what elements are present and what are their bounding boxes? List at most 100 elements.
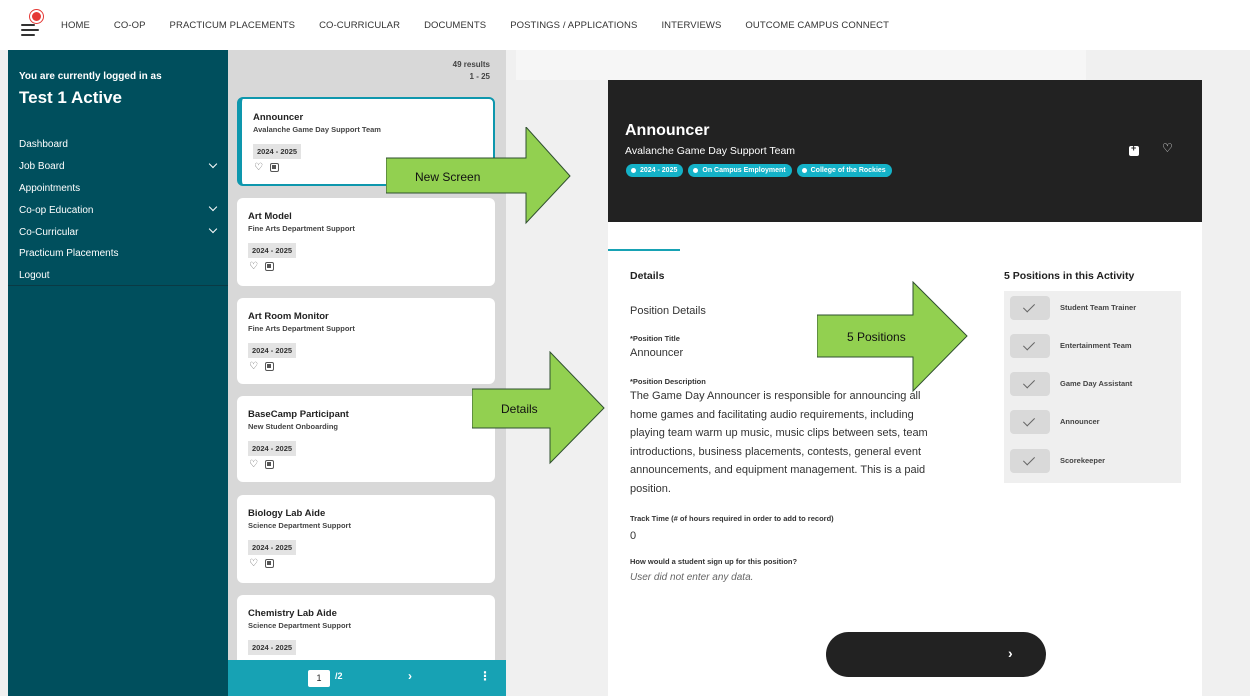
card-title: Biology Lab Aide — [248, 508, 326, 519]
position-name: Entertainment Team — [1060, 341, 1132, 350]
heart-icon[interactable]: ♡ — [254, 162, 263, 173]
chevron-down-icon — [208, 224, 218, 234]
check-icon[interactable] — [1010, 334, 1050, 358]
check-icon[interactable] — [1010, 296, 1050, 320]
top-nav: HOME CO-OP PRACTICUM PLACEMENTS CO-CURRI… — [0, 0, 1250, 50]
chevron-down-icon — [208, 203, 218, 212]
card-title: Art Room Monitor — [248, 311, 329, 322]
position-item[interactable]: Announcer — [1008, 409, 1178, 435]
next-page-icon[interactable]: › — [408, 669, 412, 683]
sidebar-item-practicum-placements[interactable]: Practicum Placements — [8, 243, 228, 265]
copy-icon[interactable] — [265, 362, 274, 371]
list-item[interactable]: Art Room Monitor Fine Arts Department Su… — [237, 298, 495, 384]
list-item[interactable]: Chemistry Lab Aide Science Department Su… — [237, 595, 495, 665]
logged-in-label: You are currently logged in as — [19, 71, 162, 82]
nav-interviews[interactable]: INTERVIEWS — [661, 20, 721, 31]
year-badge: 2024 - 2025 — [248, 540, 297, 555]
copy-icon[interactable] — [265, 262, 274, 271]
position-item[interactable]: Game Day Assistant — [1008, 371, 1178, 397]
results-count: 49 results — [452, 60, 490, 69]
positions-heading: 5 Positions in this Activity — [1004, 270, 1135, 282]
positions-list: Student Team Trainer Entertainment Team … — [1004, 291, 1181, 483]
nav-postings-applications[interactable]: POSTINGS / APPLICATIONS — [510, 20, 637, 31]
card-subtitle: Fine Arts Department Support — [248, 324, 355, 333]
callout-details-arrow: Details — [472, 351, 605, 465]
card-subtitle: Science Department Support — [248, 621, 351, 630]
year-badge: 2024 - 2025 — [248, 640, 297, 655]
signup-label: How would a student sign up for this pos… — [630, 557, 798, 566]
copy-icon[interactable] — [270, 163, 279, 172]
sidebar-item-label: Logout — [19, 270, 50, 282]
copy-icon[interactable] — [265, 460, 274, 469]
position-title-value: Announcer — [630, 347, 684, 359]
nav-co-curricular[interactable]: CO-CURRICULAR — [319, 20, 400, 31]
chevron-down-icon — [208, 159, 218, 169]
more-options-icon[interactable]: ⋮ — [479, 669, 491, 683]
tag-category: On Campus Employment — [688, 164, 792, 177]
check-icon[interactable] — [1010, 372, 1050, 396]
heart-icon[interactable]: ♡ — [249, 361, 258, 372]
sidebar-item-label: Co-op Education — [19, 204, 94, 216]
chevron-right-icon: › — [1008, 645, 1013, 661]
card-title: Chemistry Lab Aide — [248, 608, 337, 619]
add-icon[interactable] — [1129, 143, 1139, 156]
nav-practicum-placements[interactable]: PRACTICUM PLACEMENTS — [170, 20, 296, 31]
nav-co-op[interactable]: CO-OP — [114, 20, 146, 31]
nav-home[interactable]: HOME — [61, 20, 90, 31]
copy-icon[interactable] — [265, 559, 274, 568]
sidebar-item-appointments[interactable]: Appointments — [8, 178, 228, 200]
position-item[interactable]: Entertainment Team — [1008, 333, 1178, 359]
track-time-value: 0 — [630, 530, 637, 542]
nav-outcome-campus-connect[interactable]: OUTCOME CAMPUS CONNECT — [745, 20, 889, 31]
position-description: The Game Day Announcer is responsible fo… — [630, 390, 928, 495]
sidebar-item-label: Practicum Placements — [19, 248, 119, 260]
position-title-label: *Position Title — [630, 334, 680, 343]
card-title: BaseCamp Participant — [248, 409, 349, 420]
callout-new-screen-arrow: New Screen — [386, 127, 571, 225]
heart-icon[interactable]: ♡ — [249, 558, 258, 569]
sidebar-item-logout[interactable]: Logout — [8, 265, 228, 287]
card-subtitle: Avalanche Game Day Support Team — [253, 125, 381, 134]
next-button[interactable]: › — [826, 632, 1046, 677]
callout-positions-label: 5 Positions — [847, 330, 906, 344]
position-name: Game Day Assistant — [1060, 379, 1133, 388]
card-title: Announcer — [253, 112, 304, 123]
heart-icon[interactable]: ♡ — [249, 459, 258, 470]
card-subtitle: Science Department Support — [248, 521, 351, 530]
track-time-label: Track Time (# of hours required in order… — [630, 514, 834, 523]
year-badge: 2024 - 2025 — [248, 343, 297, 358]
year-badge: 2024 - 2025 — [248, 243, 297, 258]
signup-value: User did not enter any data. — [630, 572, 754, 583]
main-top-strip — [516, 50, 1086, 80]
detail-header: Announcer Avalanche Game Day Support Tea… — [608, 80, 1202, 222]
page-input[interactable]: 1 — [308, 670, 330, 687]
position-description-label: *Position Description — [630, 377, 706, 386]
sidebar-item-co-curricular[interactable]: Co-Curricular — [8, 221, 228, 243]
position-item[interactable]: Scorekeeper — [1008, 448, 1178, 474]
details-heading: Details — [630, 270, 665, 282]
list-item[interactable]: BaseCamp Participant New Student Onboard… — [237, 396, 495, 482]
sidebar-item-job-board[interactable]: Job Board — [8, 156, 228, 178]
sidebar-item-co-op-education[interactable]: Co-op Education — [8, 199, 228, 221]
detail-title: Announcer — [625, 122, 710, 139]
check-icon[interactable] — [1010, 410, 1050, 434]
heart-icon[interactable]: ♡ — [249, 261, 258, 272]
notification-dot-icon — [30, 10, 43, 23]
position-name: Student Team Trainer — [1060, 303, 1137, 312]
active-tab-indicator — [608, 249, 680, 251]
callout-new-screen-label: New Screen — [415, 170, 480, 184]
sidebar-item-label: Dashboard — [19, 139, 68, 151]
menu-icon[interactable] — [20, 9, 50, 39]
position-name: Scorekeeper — [1060, 456, 1106, 465]
card-subtitle: New Student Onboarding — [248, 422, 338, 431]
user-name: Test 1 Active — [19, 88, 122, 107]
tag-year: 2024 - 2025 — [626, 164, 684, 177]
nav-documents[interactable]: DOCUMENTS — [424, 20, 486, 31]
sidebar-item-dashboard[interactable]: Dashboard — [8, 134, 228, 156]
sidebar-item-label: Co-Curricular — [19, 226, 79, 238]
heart-icon[interactable]: ♡ — [1162, 141, 1173, 155]
list-item[interactable]: Biology Lab Aide Science Department Supp… — [237, 495, 495, 583]
sidebar: You are currently logged in as Test 1 Ac… — [8, 50, 228, 696]
check-icon[interactable] — [1010, 449, 1050, 473]
position-item[interactable]: Student Team Trainer — [1008, 295, 1178, 321]
